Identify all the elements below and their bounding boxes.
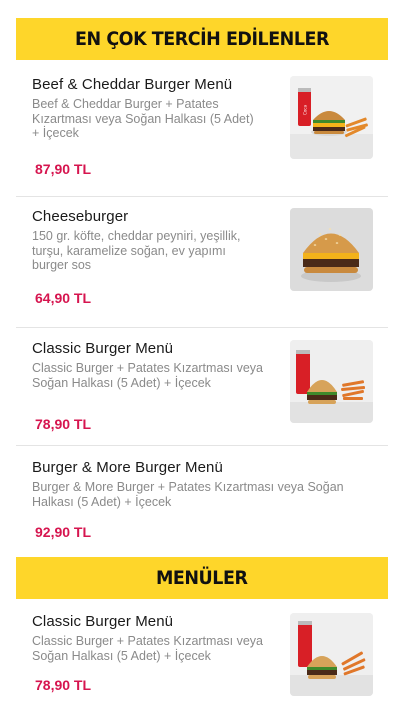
item-title: Classic Burger Menü xyxy=(32,340,174,357)
item-price: 92,90 TL xyxy=(35,524,92,540)
section-title: EN ÇOK TERCİH EDİLENLER xyxy=(75,28,329,50)
item-price: 87,90 TL xyxy=(35,161,92,177)
item-description: 150 gr. köfte, cheddar peyniri, yeşillik… xyxy=(32,229,241,272)
item-description: Burger & More Burger + Patates Kızartmas… xyxy=(32,480,344,509)
section-header-popular: EN ÇOK TERCİH EDİLENLER xyxy=(16,18,388,60)
burger-menu-photo: Coca xyxy=(290,76,373,159)
item-price: 64,90 TL xyxy=(35,290,92,306)
burger-menu-photo xyxy=(290,613,373,696)
item-price: 78,90 TL xyxy=(35,416,92,432)
item-title: Beef & Cheddar Burger Menü xyxy=(32,76,233,93)
burger-menu-photo xyxy=(290,340,373,423)
item-title: Burger & More Burger Menü xyxy=(32,459,223,476)
menu-item-cheeseburger[interactable]: Cheeseburger 150 gr. köfte, cheddar peyn… xyxy=(16,208,388,308)
item-description: Classic Burger + Patates Kızartması veya… xyxy=(32,634,263,663)
cheeseburger-photo xyxy=(290,208,373,291)
item-description: Classic Burger + Patates Kızartması veya… xyxy=(32,361,263,390)
divider xyxy=(16,196,388,197)
item-title: Classic Burger Menü xyxy=(32,613,174,630)
divider xyxy=(16,445,388,446)
item-price: 78,90 TL xyxy=(35,677,92,693)
divider xyxy=(16,327,388,328)
section-header-menus: MENÜLER xyxy=(16,557,388,599)
menu-item-classic-burger-2[interactable]: Classic Burger Menü Classic Burger + Pat… xyxy=(16,613,388,713)
menu-item-burger-and-more[interactable]: Burger & More Burger Menü Burger & More … xyxy=(16,459,388,549)
item-description: Beef & Cheddar Burger + Patates Kızartma… xyxy=(32,97,254,140)
section-title: MENÜLER xyxy=(156,567,248,589)
menu-item-classic-burger[interactable]: Classic Burger Menü Classic Burger + Pat… xyxy=(16,340,388,440)
svg-text:Coca: Coca xyxy=(303,105,308,115)
item-title: Cheeseburger xyxy=(32,208,129,225)
menu-item-beef-cheddar[interactable]: Beef & Cheddar Burger Menü Beef & Chedda… xyxy=(16,76,388,177)
